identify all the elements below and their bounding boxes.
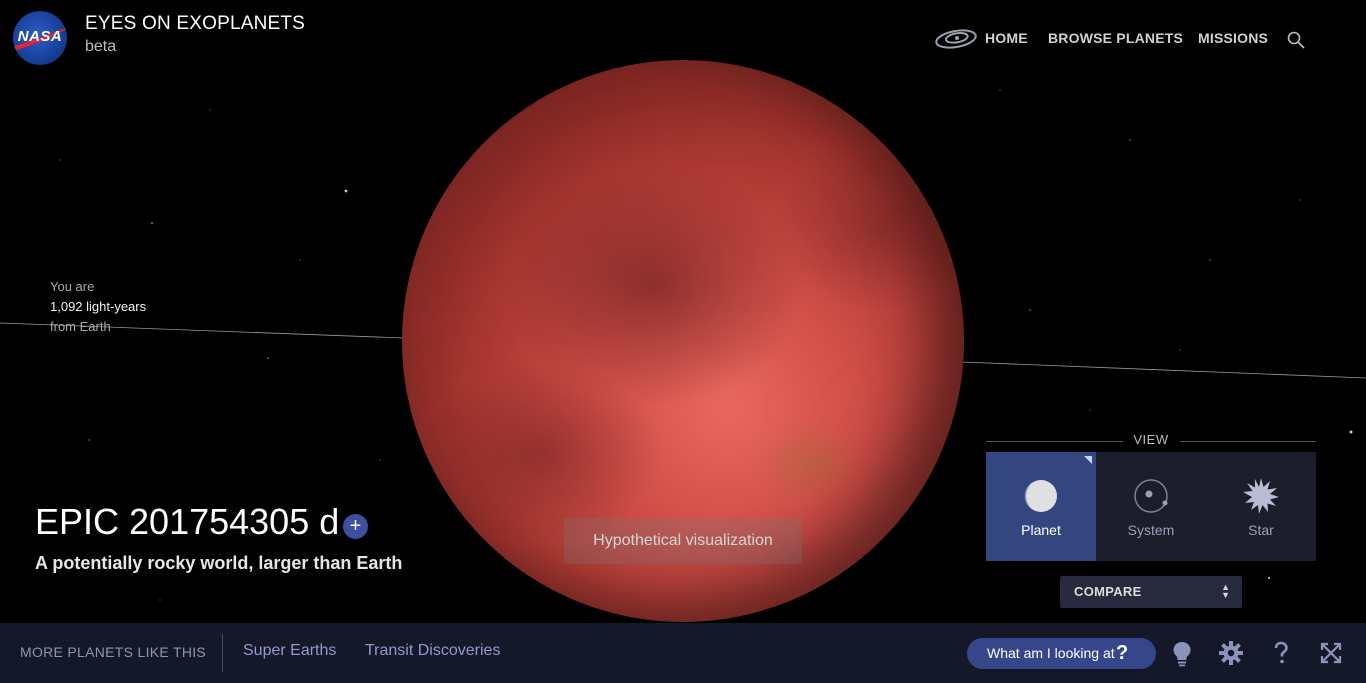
nav-browse-planets[interactable]: BROWSE PLANETS (1048, 30, 1183, 46)
planet-icon (1024, 480, 1057, 512)
select-arrows-icon: ▲ ▼ (1221, 582, 1230, 600)
nav-home[interactable]: HOME (985, 30, 1028, 46)
more-planets-label: MORE PLANETS LIKE THIS (20, 644, 207, 660)
compare-select[interactable]: COMPARE ▲ ▼ (1060, 576, 1242, 608)
what-am-i-looking-at-button[interactable]: What am I looking at ? (967, 638, 1156, 669)
galaxy-icon[interactable] (934, 26, 978, 52)
divider (222, 634, 223, 672)
compare-label: COMPARE (1074, 584, 1142, 599)
help-icon[interactable] (1267, 639, 1295, 667)
view-option-system[interactable]: System (1096, 452, 1206, 561)
view-option-star[interactable]: Star (1206, 452, 1316, 561)
system-icon (1134, 479, 1168, 513)
gear-icon[interactable] (1217, 639, 1245, 667)
distance-line-3: from Earth (50, 319, 111, 334)
hypothetical-visualization-label: Hypothetical visualization (564, 518, 802, 564)
nasa-logo[interactable]: NASA (13, 11, 67, 65)
star-icon (1243, 478, 1279, 514)
view-label: VIEW (1133, 432, 1169, 447)
search-icon[interactable] (1286, 30, 1306, 50)
view-header: VIEW (986, 432, 1316, 448)
planet-name: EPIC 201754305 d (35, 501, 340, 542)
app-title[interactable]: EYES ON EXOPLANETS (85, 13, 305, 35)
active-corner-indicator (1084, 456, 1092, 464)
distance-value: 1,092 light-years (50, 299, 147, 314)
add-planet-button[interactable]: + (343, 514, 368, 539)
fullscreen-icon[interactable] (1317, 639, 1345, 667)
view-option-planet[interactable]: Planet (986, 452, 1096, 561)
chip-super-earths[interactable]: Super Earths (243, 642, 336, 660)
question-icon: ? (1116, 642, 1129, 664)
planet-description: A potentially rocky world, larger than E… (35, 553, 403, 573)
view-option-label: Star (1248, 522, 1274, 538)
logo-text: NASA (17, 28, 63, 45)
what-am-i-label: What am I looking at (987, 645, 1115, 661)
bottom-bar: MORE PLANETS LIKE THIS Super Earths Tran… (0, 623, 1366, 683)
distance-readout: You are 1,092 light-years from Earth (50, 277, 146, 337)
app-subtitle: beta (85, 38, 117, 55)
lightbulb-icon[interactable] (1168, 639, 1196, 667)
nav-missions[interactable]: MISSIONS (1198, 30, 1268, 46)
view-option-label: Planet (1021, 522, 1061, 538)
chip-transit-discoveries[interactable]: Transit Discoveries (365, 642, 500, 660)
distance-line-1: You are (50, 279, 95, 294)
view-option-label: System (1127, 522, 1175, 538)
view-selector: Planet System Star (986, 452, 1316, 561)
